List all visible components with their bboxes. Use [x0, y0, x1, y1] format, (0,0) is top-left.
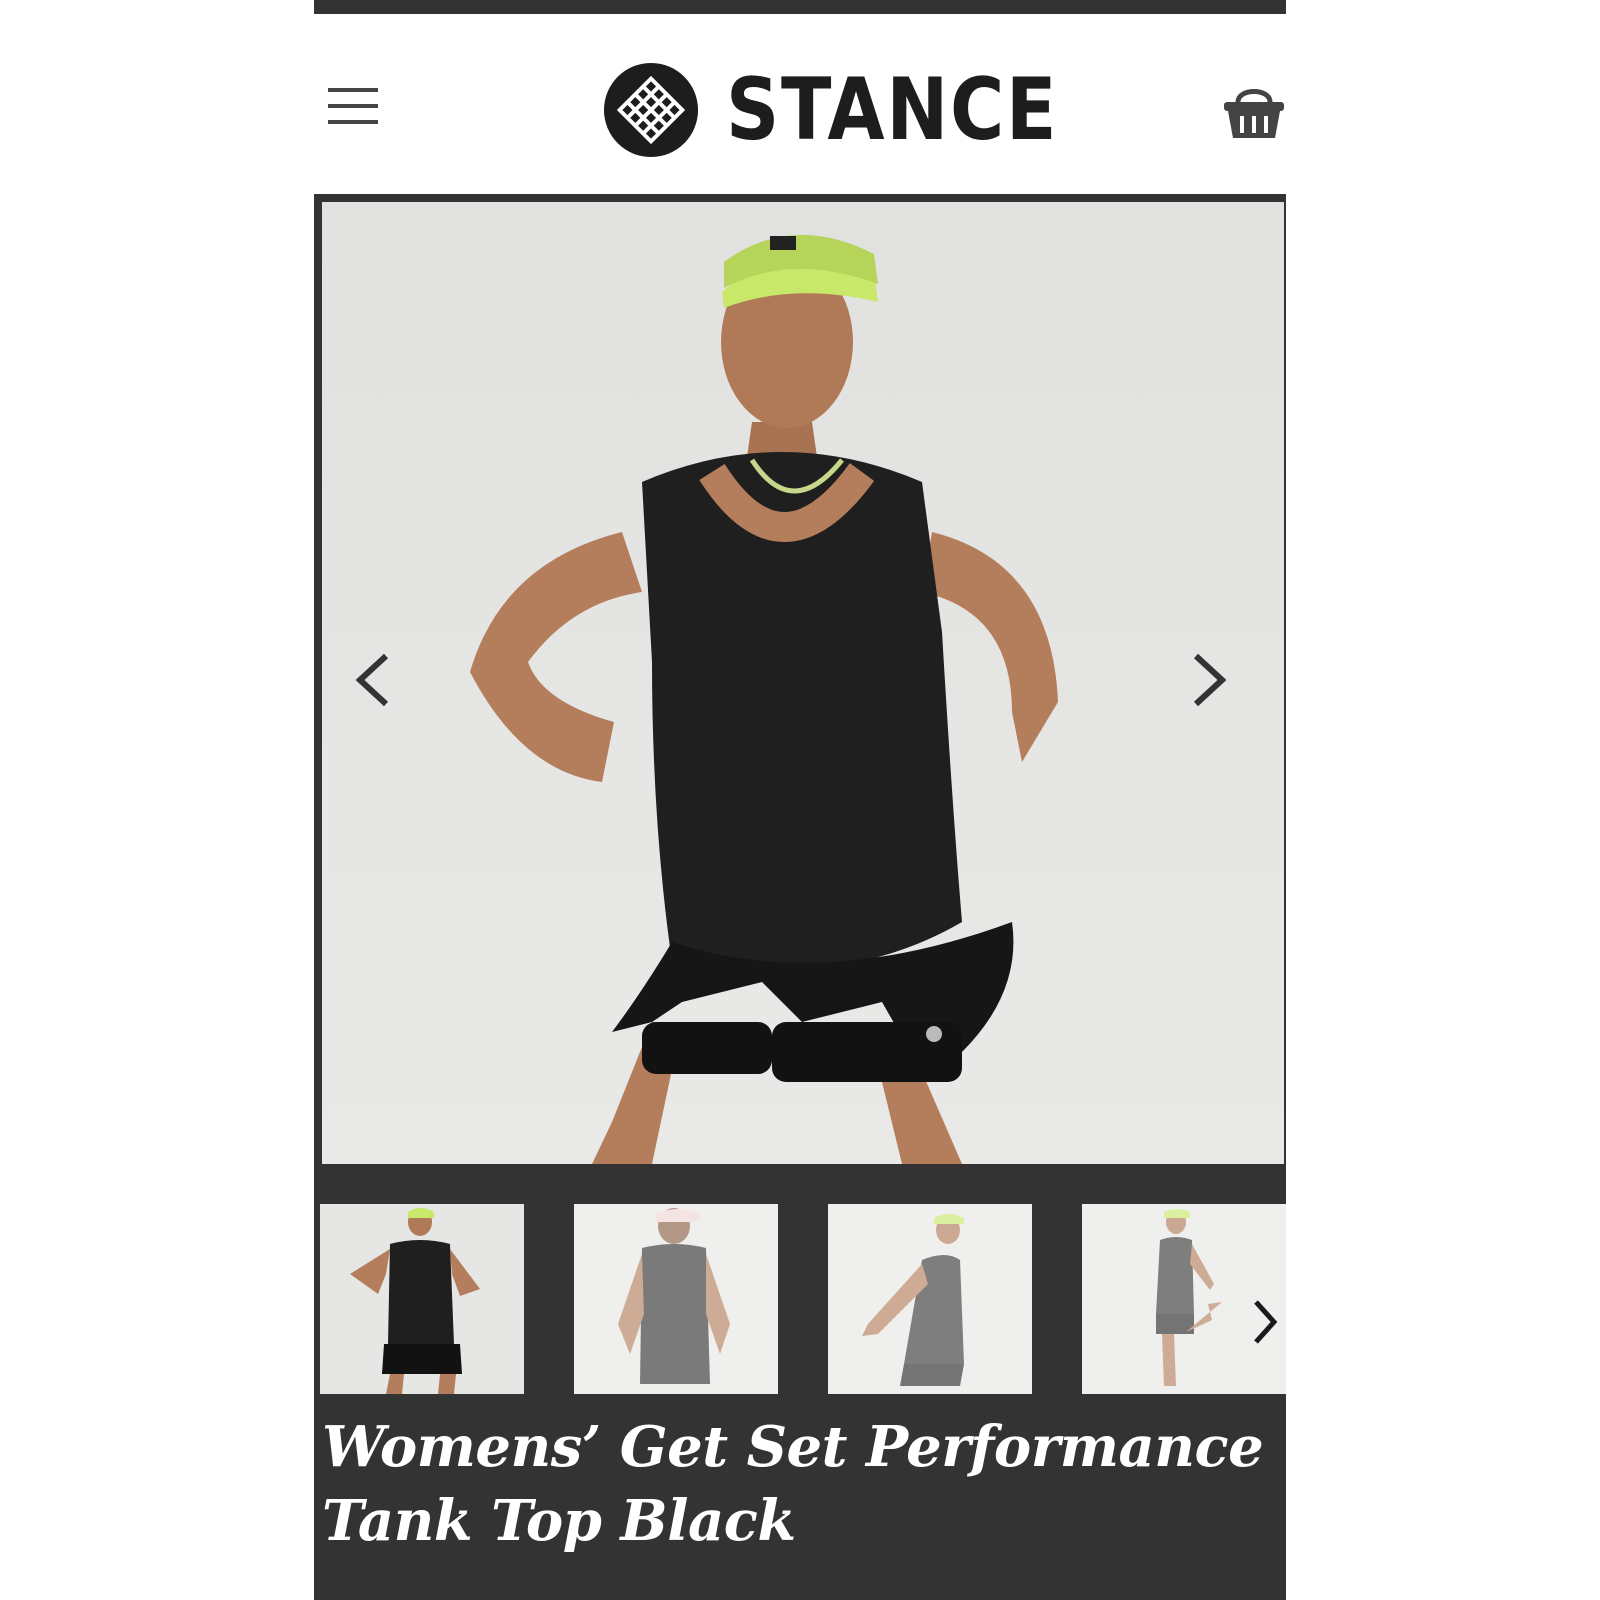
brand-name: STANCE	[726, 60, 1059, 160]
chevron-left-icon[interactable]	[342, 640, 402, 720]
product-page: STANCE Womens’ Get Set Performance Tank …	[314, 0, 1286, 1600]
thumbnail-stretch-photo	[828, 1204, 1032, 1394]
thumbnail-strip	[320, 1204, 1286, 1394]
thumbnail-2[interactable]	[574, 1204, 778, 1394]
chevron-right-icon[interactable]	[1180, 640, 1240, 720]
main-product-image[interactable]	[322, 202, 1284, 1164]
hamburger-menu-icon[interactable]	[326, 84, 380, 128]
stance-logo-icon	[603, 62, 699, 158]
product-title: Womens’ Get Set Performance Tank Top Bla…	[322, 1414, 1264, 1554]
shopping-basket-icon[interactable]	[1222, 82, 1286, 142]
model-photo	[322, 202, 1284, 1164]
thumbnail-3[interactable]	[828, 1204, 1032, 1394]
product-gallery-section: Womens’ Get Set Performance Tank Top Bla…	[314, 194, 1286, 1600]
thumbnail-back-photo	[574, 1204, 778, 1394]
site-header: STANCE	[314, 14, 1286, 194]
thumbnail-next-chevron-icon[interactable]	[1244, 1292, 1284, 1352]
thumbnail-front-photo	[320, 1204, 524, 1394]
top-strip	[314, 0, 1286, 14]
thumbnail-1[interactable]	[320, 1204, 524, 1394]
brand-logo[interactable]: STANCE	[602, 58, 1112, 162]
